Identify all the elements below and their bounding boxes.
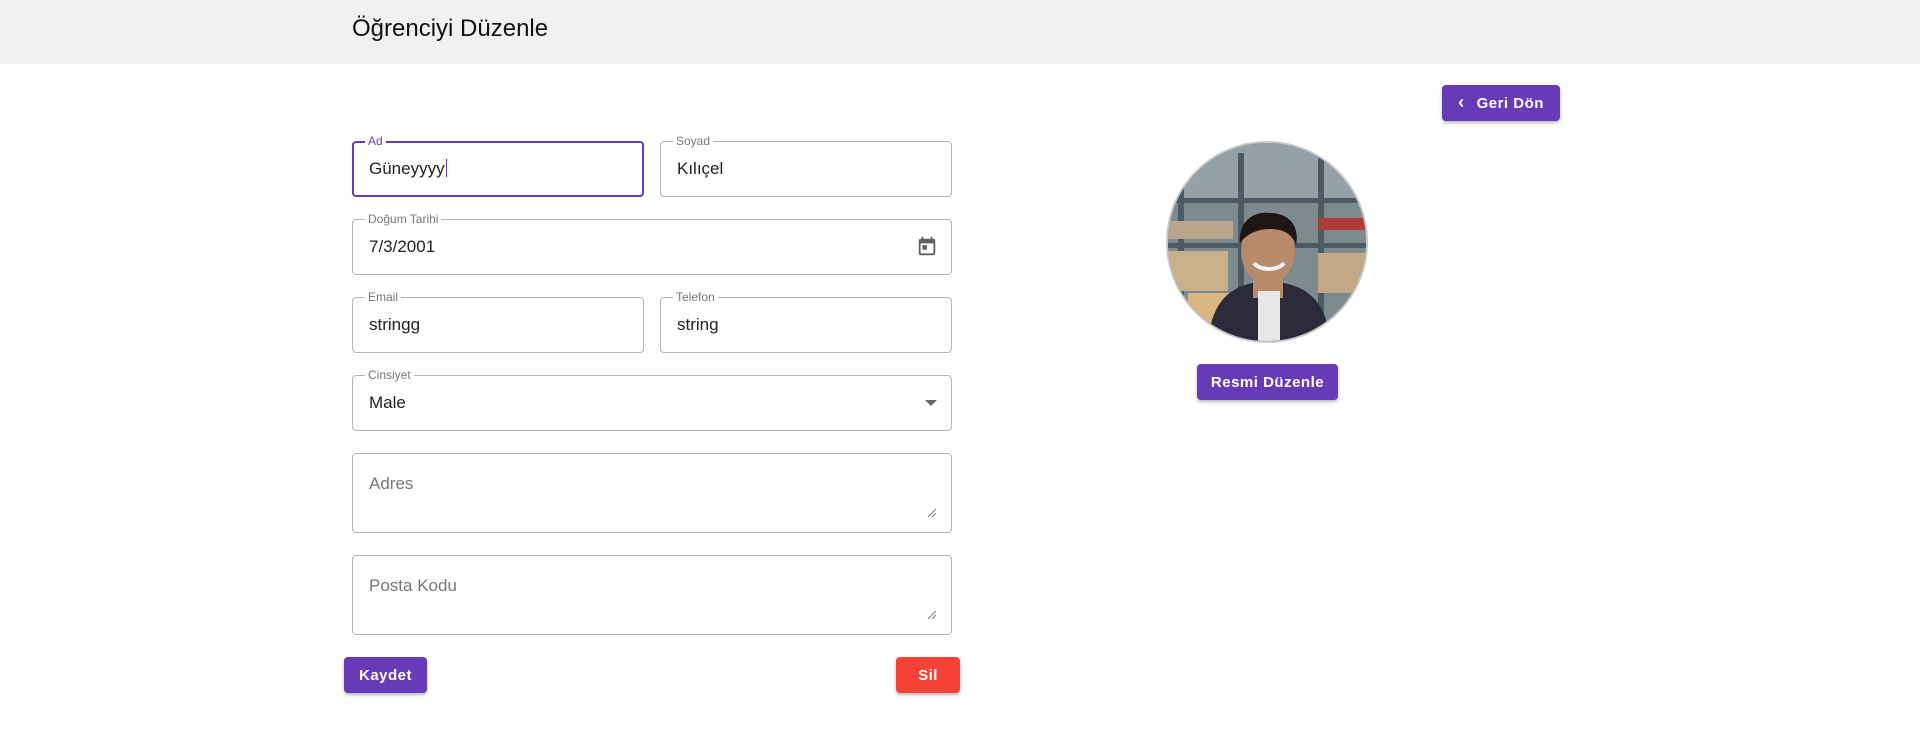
profile-photo bbox=[1166, 141, 1368, 343]
postal-code-field[interactable]: Posta Kodu bbox=[352, 555, 952, 635]
first-name-value: Güneyyyy bbox=[369, 159, 445, 178]
save-button[interactable]: Kaydet bbox=[344, 657, 427, 693]
first-name-field[interactable]: Ad Güneyyyy bbox=[352, 135, 644, 197]
birth-date-label: Doğum Tarihi bbox=[365, 213, 442, 226]
last-name-field[interactable]: Soyad Kılıçel bbox=[660, 135, 952, 197]
delete-button[interactable]: Sil bbox=[896, 657, 960, 693]
gender-select[interactable]: Cinsiyet Male bbox=[352, 369, 952, 431]
page-title: Öğrenciyi Düzenle bbox=[352, 15, 549, 42]
gender-label: Cinsiyet bbox=[365, 369, 414, 382]
postal-code-placeholder: Posta Kodu bbox=[369, 576, 457, 595]
birth-date-value: 7/3/2001 bbox=[369, 237, 436, 256]
phone-field[interactable]: Telefon string bbox=[660, 291, 952, 353]
profile-photo-image bbox=[1168, 143, 1366, 341]
resize-handle-icon[interactable] bbox=[928, 509, 936, 517]
chevron-left-icon: ‹ bbox=[1458, 91, 1465, 112]
calendar-icon[interactable] bbox=[916, 236, 938, 258]
phone-value: string bbox=[677, 315, 719, 334]
email-value: stringg bbox=[369, 315, 421, 334]
address-field[interactable]: Adres bbox=[352, 453, 952, 533]
dropdown-arrow-icon bbox=[925, 400, 937, 406]
back-button[interactable]: ‹ Geri Dön bbox=[1442, 85, 1560, 121]
last-name-value: Kılıçel bbox=[677, 159, 724, 178]
back-button-label: Geri Dön bbox=[1476, 94, 1544, 112]
gender-value: Male bbox=[369, 393, 406, 412]
top-bar: Öğrenciyi Düzenle bbox=[0, 0, 1920, 64]
address-placeholder: Adres bbox=[369, 474, 414, 493]
edit-photo-button[interactable]: Resmi Düzenle bbox=[1197, 364, 1338, 400]
text-cursor bbox=[445, 159, 447, 177]
last-name-label: Soyad bbox=[673, 135, 714, 148]
resize-handle-icon[interactable] bbox=[928, 611, 936, 619]
email-field[interactable]: Email stringg bbox=[352, 291, 644, 353]
first-name-label: Ad bbox=[365, 135, 386, 148]
email-label: Email bbox=[365, 291, 402, 304]
phone-label: Telefon bbox=[673, 291, 718, 304]
birth-date-field[interactable]: Doğum Tarihi 7/3/2001 bbox=[352, 213, 952, 275]
